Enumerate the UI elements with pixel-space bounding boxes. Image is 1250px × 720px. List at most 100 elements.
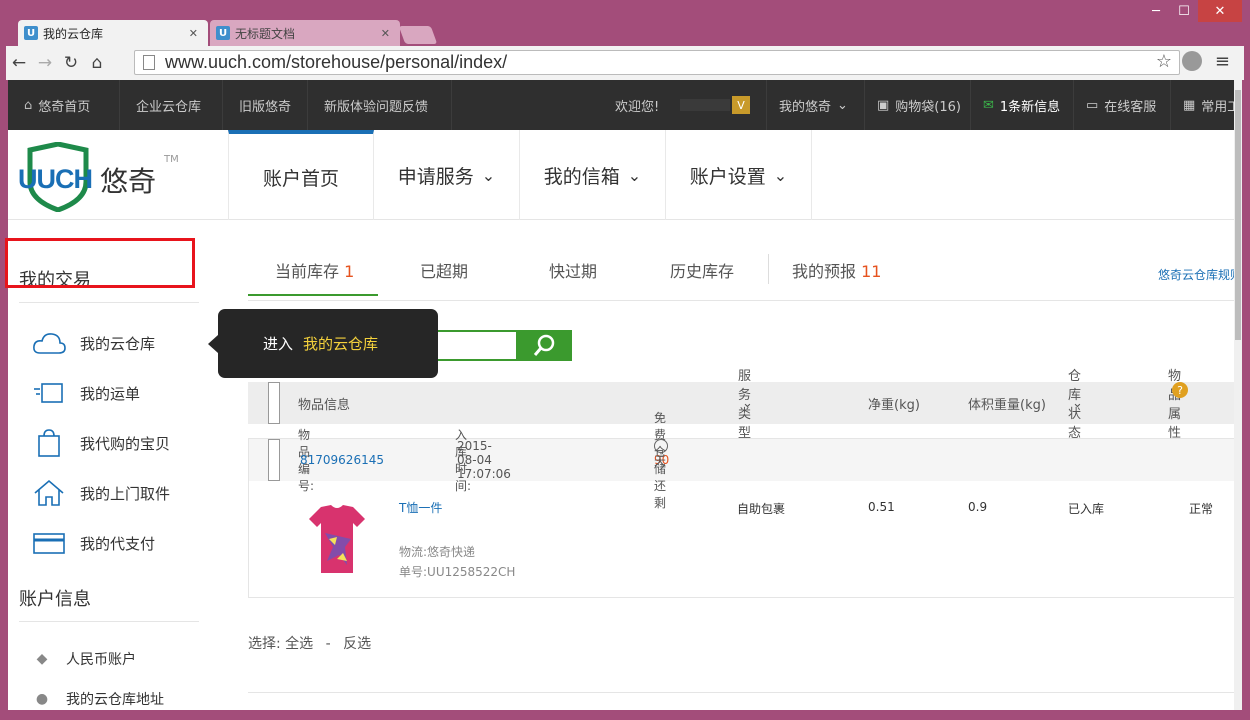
cart-link[interactable]: ▣ 购物袋(16) xyxy=(864,80,961,130)
help-icon[interactable]: ? xyxy=(1172,382,1188,398)
divider xyxy=(248,300,1242,301)
tab-untitled[interactable]: U 无标题文档 ✕ xyxy=(210,20,400,46)
uuch-favicon-icon: U xyxy=(216,26,230,40)
nav-apply-service[interactable]: 申请服务 ⌄ xyxy=(374,130,520,220)
nav-mailbox[interactable]: 我的信箱 ⌄ xyxy=(520,130,666,220)
maximize-button[interactable]: ☐ xyxy=(1170,0,1198,22)
back-icon[interactable]: ← xyxy=(6,50,32,76)
chevron-down-icon: ⌄ xyxy=(1072,395,1083,411)
item-name-link[interactable]: T恤一件 xyxy=(399,499,442,516)
nav-account-settings[interactable]: 账户设置 ⌄ xyxy=(666,130,812,220)
selection-bar: 选择: 全选 - 反选 xyxy=(248,636,372,652)
sidebar-item-address[interactable]: ● 我的云仓库地址 xyxy=(22,679,202,710)
rules-link[interactable]: 悠奇云仓库规则 xyxy=(1158,266,1242,283)
divider xyxy=(19,302,199,303)
web-page: ⌂ 悠奇首页 企业云仓库 旧版悠奇 新版体验问题反馈 欢迎您! V 我的悠奇 ⌄… xyxy=(8,80,1242,710)
tab-forecast[interactable]: 我的预报 11 xyxy=(792,258,881,282)
card-icon xyxy=(32,530,66,556)
topbar-home-link[interactable]: ⌂ 悠奇首页 xyxy=(8,80,120,130)
minimize-button[interactable]: ─ xyxy=(1142,0,1170,22)
tab-current-stock[interactable]: 当前库存 1 xyxy=(248,258,378,296)
tab-my-storehouse[interactable]: U 我的云仓库 ✕ xyxy=(18,20,208,46)
divider xyxy=(19,621,199,622)
invert-select-link[interactable]: 反选 xyxy=(343,636,371,652)
item-warehouse-status: 已入库 xyxy=(1068,502,1105,516)
bookmark-star-icon[interactable]: ☆ xyxy=(1156,51,1172,72)
address-bar[interactable]: www.uuch.com/storehouse/personal/index/ xyxy=(134,50,1180,75)
item-volume-weight: 0.9 xyxy=(968,500,988,514)
house-icon xyxy=(32,479,66,506)
sidebar-item-cloud-storehouse[interactable]: 我的云仓库 xyxy=(22,323,202,363)
item-service-type: 自助包裹 xyxy=(737,502,786,516)
section-title-account: 账户信息 xyxy=(19,589,91,610)
new-tab-button[interactable] xyxy=(398,26,438,44)
topbar-feedback-link[interactable]: 新版体验问题反馈 xyxy=(308,80,452,130)
chevron-down-icon: ⌄ xyxy=(481,165,496,185)
bag-icon xyxy=(32,429,66,457)
online-service-link[interactable]: ▭ 在线客服 xyxy=(1073,80,1156,130)
tab-close-icon[interactable]: ✕ xyxy=(381,27,390,40)
scroll-thumb[interactable] xyxy=(1235,90,1241,340)
tab-expiring[interactable]: 快过期 xyxy=(549,258,597,282)
vip-badge: V xyxy=(732,80,750,130)
chevron-down-icon: ⌄ xyxy=(742,395,753,411)
table-header: 物品信息 服务类型⌄ 净重(kg) 体积重量(kg) 仓库状态⌄ 物品属性? xyxy=(248,369,1242,441)
item-tracking: 单号:UU1258522CH xyxy=(399,565,516,579)
envelope-icon: ✉ xyxy=(983,97,994,113)
menu-icon[interactable]: ≡ xyxy=(1215,51,1230,72)
site-topbar: ⌂ 悠奇首页 企业云仓库 旧版悠奇 新版体验问题反馈 欢迎您! V 我的悠奇 ⌄… xyxy=(8,80,1242,130)
browser-toolbar: ← → ↻ ⌂ www.uuch.com/storehouse/personal… xyxy=(6,46,1244,80)
sidebar-item-payment[interactable]: 我的代支付 xyxy=(22,523,202,563)
select-all-link[interactable]: 全选 xyxy=(285,636,313,652)
page-scrollbar[interactable] xyxy=(1234,80,1242,710)
divider xyxy=(768,254,769,284)
stock-item-header: 物品编号: 81709626145 入库时间: 2015-08-04 17:07… xyxy=(249,411,1241,510)
grid-icon: ▦ xyxy=(1183,97,1196,113)
tab-close-icon[interactable]: ✕ xyxy=(189,27,198,40)
sidebar-item-pickup[interactable]: 我的上门取件 xyxy=(22,473,202,513)
chevron-down-icon: ⌄ xyxy=(627,165,642,185)
globe-icon[interactable] xyxy=(1182,51,1202,71)
item-net-weight: 0.51 xyxy=(868,500,895,514)
tab-label: 无标题文档 xyxy=(235,26,296,41)
highlight-box xyxy=(5,238,195,288)
search-icon xyxy=(533,334,555,356)
messages-link[interactable]: ✉ 1条新信息 xyxy=(970,80,1060,130)
page-icon xyxy=(143,55,155,70)
item-number-link[interactable]: 81709626145 xyxy=(300,439,384,481)
search-button[interactable] xyxy=(517,330,572,361)
url-text: www.uuch.com/storehouse/personal/index/ xyxy=(165,52,508,72)
tab-label: 我的云仓库 xyxy=(43,26,104,41)
tab-history-stock[interactable]: 历史库存 xyxy=(670,258,734,282)
chevron-down-icon: ⌄ xyxy=(773,165,788,185)
chat-icon: ▭ xyxy=(1086,97,1099,113)
yuan-icon: ◆ xyxy=(36,651,48,667)
home-icon[interactable]: ⌂ xyxy=(84,50,110,76)
tab-strip: U 我的云仓库 ✕ U 无标题文档 ✕ ─ ☐ ✕ xyxy=(0,0,1250,46)
uuch-favicon-icon: U xyxy=(24,26,38,40)
forward-icon[interactable]: → xyxy=(32,50,58,76)
trademark: TM xyxy=(164,154,179,165)
sidebar-item-waybill[interactable]: 我的运单 xyxy=(22,373,202,413)
sidebar: 我的交易 我的云仓库 我的运单 我代购的宝贝 我的上门取件 我的代支付 账户信息… xyxy=(8,220,218,710)
product-thumbnail[interactable] xyxy=(307,503,367,577)
house-icon: ⌂ xyxy=(24,97,33,113)
topbar-oldversion-link[interactable]: 旧版悠奇 xyxy=(223,80,308,130)
uuch-logo[interactable]: UUCH 悠奇 TM xyxy=(18,141,208,213)
item-logistics: 物流:悠奇快递 xyxy=(399,545,476,559)
close-window-button[interactable]: ✕ xyxy=(1198,0,1242,22)
nav-account-home[interactable]: 账户首页 xyxy=(228,130,374,220)
my-uuch-menu[interactable]: 我的悠奇 ⌄ xyxy=(766,80,848,130)
tools-menu[interactable]: ▦ 常用工 xyxy=(1170,80,1240,130)
sidebar-item-rmb-account[interactable]: ◆ 人民币账户 xyxy=(22,639,202,679)
col-volume-weight: 体积重量(kg) xyxy=(968,397,1046,413)
welcome-text: 欢迎您! xyxy=(615,99,660,115)
sidebar-item-purchases[interactable]: 我代购的宝贝 xyxy=(22,423,202,463)
reload-icon[interactable]: ↻ xyxy=(58,50,84,76)
tab-overdue[interactable]: 已超期 xyxy=(420,258,468,282)
stock-item-card: 物品编号: 81709626145 入库时间: 2015-08-04 17:07… xyxy=(248,411,1242,598)
site-header: UUCH 悠奇 TM 账户首页 申请服务 ⌄ 我的信箱 ⌄ 账户设置 ⌄ xyxy=(8,130,1242,220)
item-attribute: 正常 xyxy=(1189,502,1214,516)
topbar-enterprise-link[interactable]: 企业云仓库 xyxy=(120,80,223,130)
tshirt-image xyxy=(309,505,365,573)
